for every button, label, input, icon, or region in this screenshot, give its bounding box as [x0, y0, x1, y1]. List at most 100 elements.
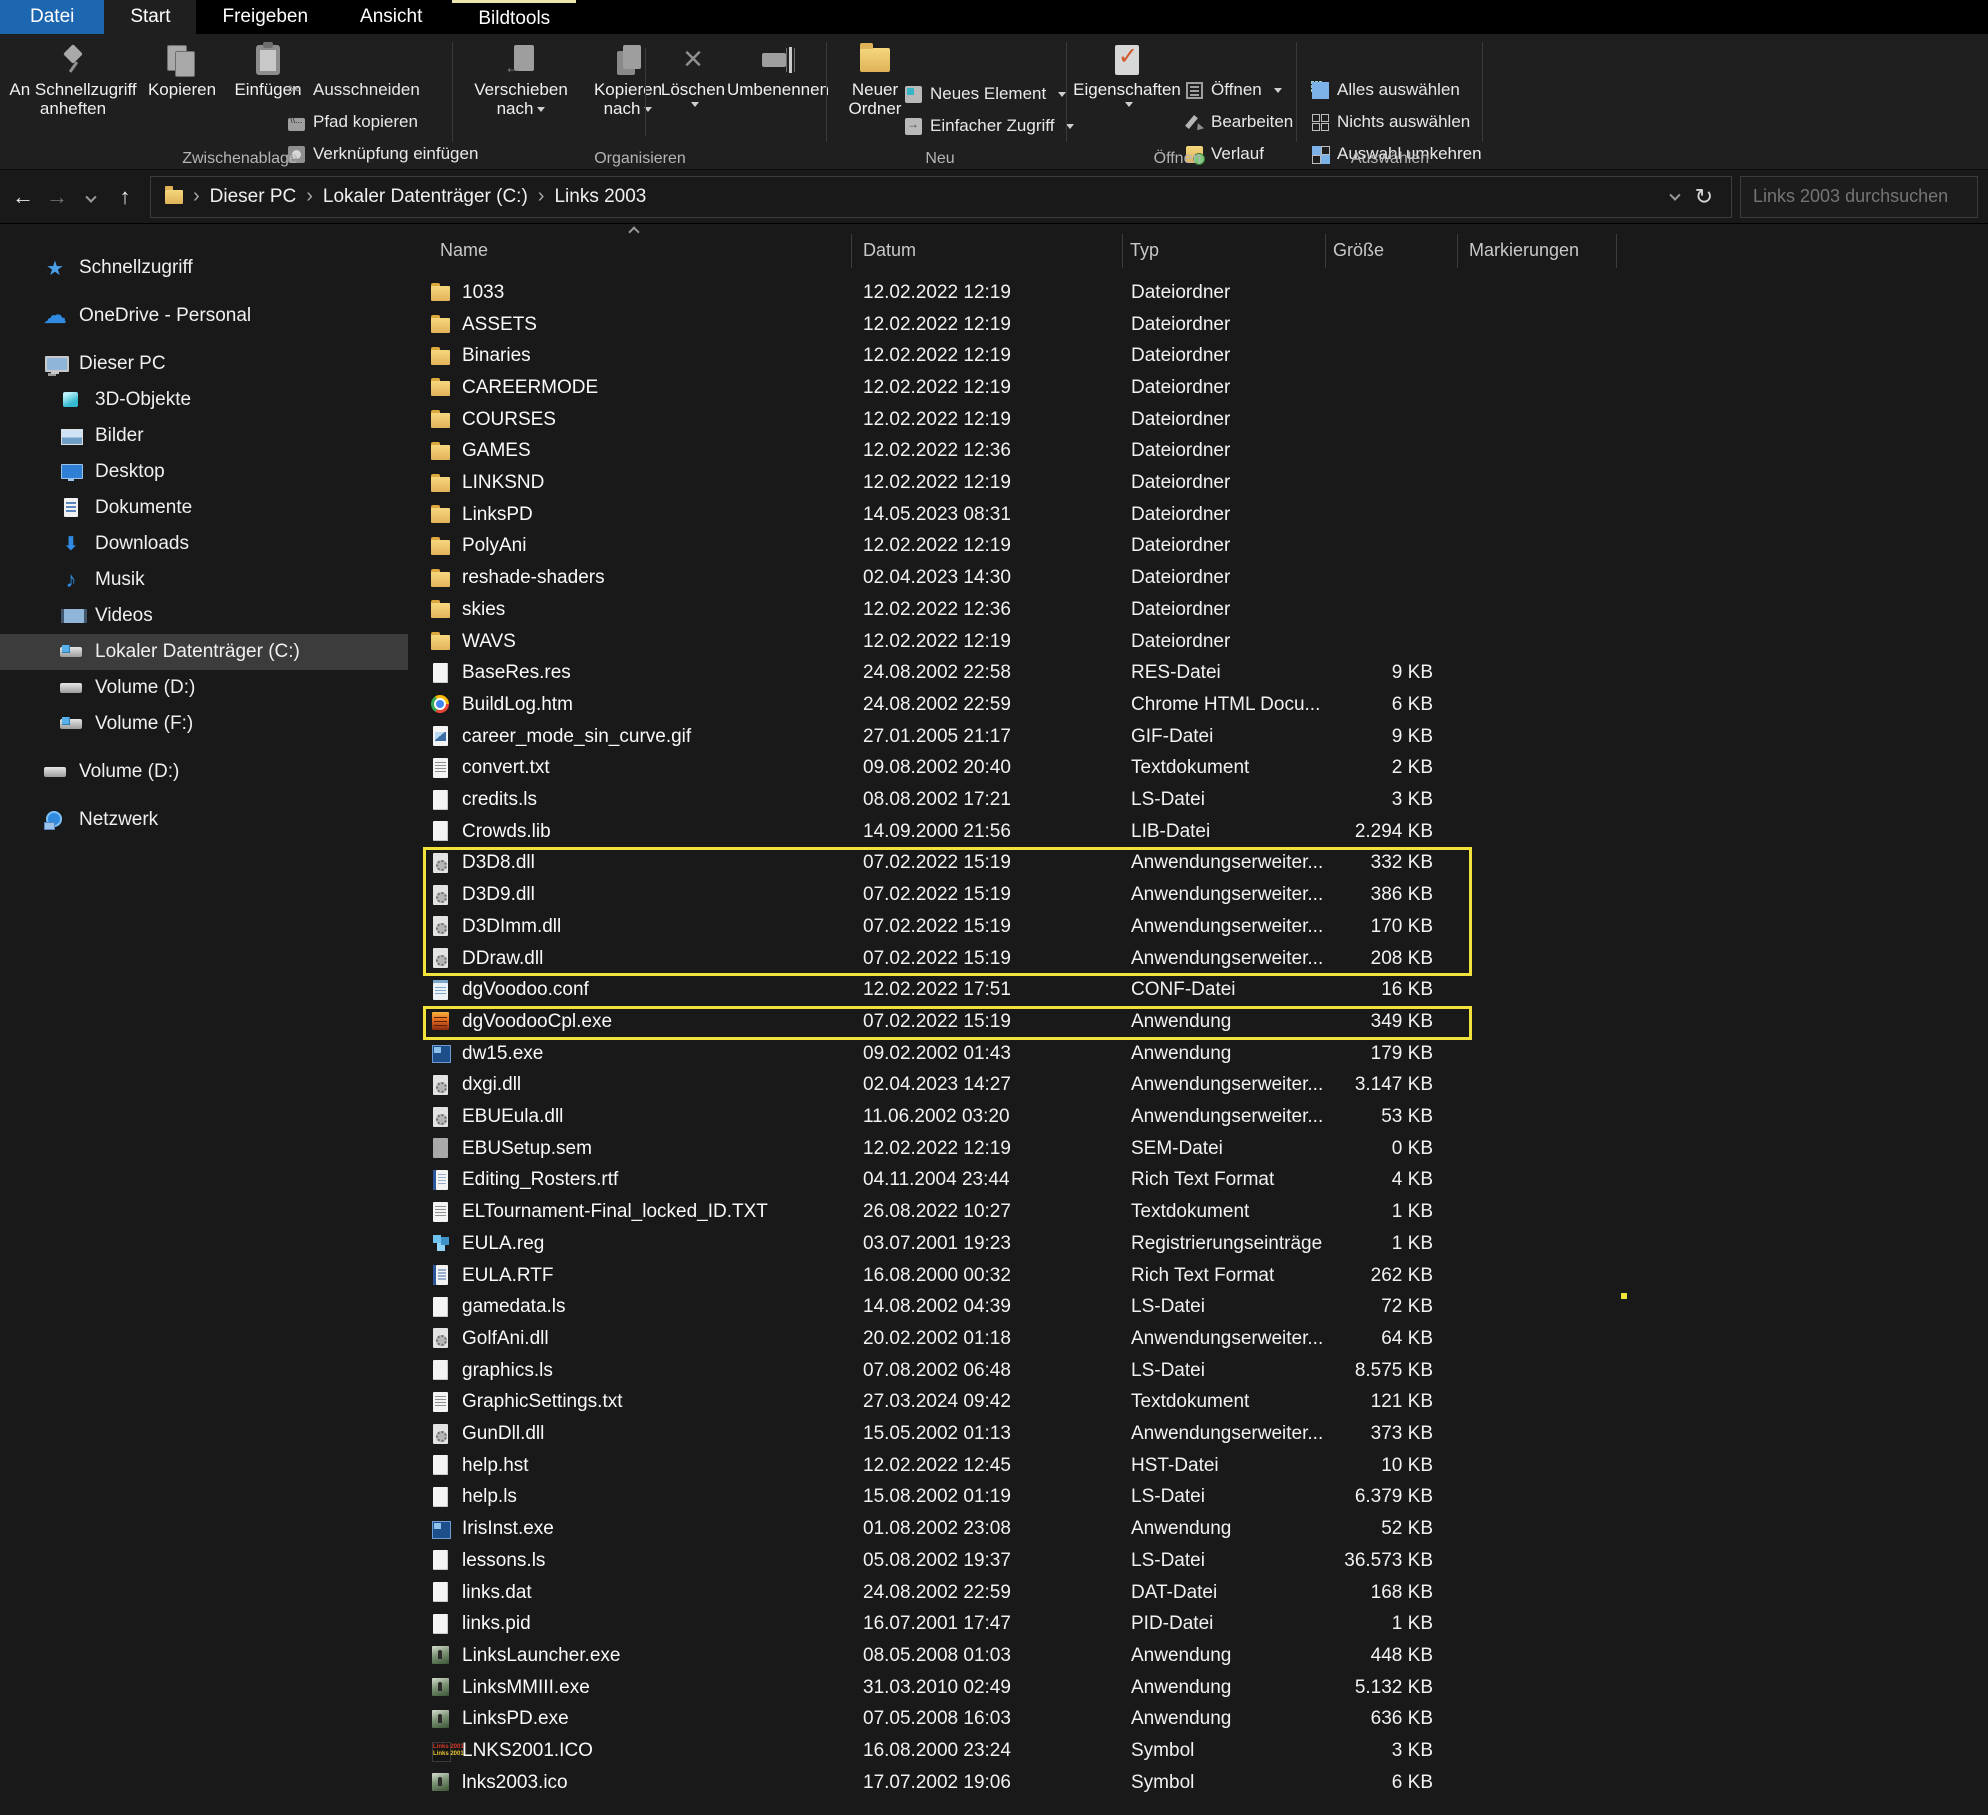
file-row[interactable]: GolfAni.dll20.02.2002 01:18Anwendungserw…	[408, 1323, 1988, 1355]
move-to-button[interactable]: Verschieben nach	[468, 40, 574, 118]
file-row[interactable]: lnks2003.ico17.07.2002 19:06Symbol6 KB	[408, 1767, 1988, 1799]
recent-locations-chevron[interactable]	[74, 184, 108, 210]
sidebar-item-dieser-pc[interactable]: Dieser PC	[0, 346, 408, 382]
sidebar-item-volume-d-[interactable]: Volume (D:)	[0, 670, 408, 706]
column-separator[interactable]	[1325, 234, 1326, 268]
file-row[interactable]: reshade-shaders02.04.2023 14:30Dateiordn…	[408, 562, 1988, 594]
file-row[interactable]: links.pid16.07.2001 17:47PID-Datei1 KB	[408, 1608, 1988, 1640]
file-row[interactable]: gamedata.ls14.08.2002 04:39LS-Datei72 KB	[408, 1291, 1988, 1323]
file-row[interactable]: ASSETS12.02.2022 12:19Dateiordner	[408, 309, 1988, 341]
column-header-groesse[interactable]: Größe	[1333, 240, 1384, 261]
forward-button[interactable]: →	[40, 184, 74, 210]
copy-path-button[interactable]: Pfad kopieren	[288, 110, 418, 134]
breadcrumb[interactable]: › Dieser PC › Lokaler Datenträger (C:) ›…	[150, 176, 1732, 218]
file-row[interactable]: 103312.02.2022 12:19Dateiordner	[408, 277, 1988, 309]
file-row[interactable]: LNKS2001.ICO16.08.2000 23:24Symbol3 KB	[408, 1735, 1988, 1767]
file-row[interactable]: LinksMMIII.exe31.03.2010 02:49Anwendung5…	[408, 1672, 1988, 1704]
file-row[interactable]: credits.ls08.08.2002 17:21LS-Datei3 KB	[408, 784, 1988, 816]
select-none-button[interactable]: Nichts auswählen	[1312, 110, 1470, 134]
sidebar-item-downloads[interactable]: Downloads	[0, 526, 408, 562]
file-row[interactable]: LinksPD14.05.2023 08:31Dateiordner	[408, 499, 1988, 531]
file-row[interactable]: D3D9.dll07.02.2022 15:19Anwendungserweit…	[408, 879, 1988, 911]
sidebar-item-volume-f-[interactable]: Volume (F:)	[0, 706, 408, 742]
file-row[interactable]: convert.txt09.08.2002 20:40Textdokument2…	[408, 753, 1988, 785]
sidebar-item-schnellzugriff[interactable]: Schnellzugriff	[0, 250, 408, 286]
breadcrumb-item-drive-c[interactable]: Lokaler Datenträger (C:)	[313, 186, 538, 208]
file-row[interactable]: GunDll.dll15.05.2002 01:13Anwendungserwe…	[408, 1418, 1988, 1450]
new-item-button[interactable]: Neues Element	[905, 82, 1066, 106]
file-row[interactable]: LinksLauncher.exe08.05.2008 01:03Anwendu…	[408, 1640, 1988, 1672]
column-separator[interactable]	[1122, 234, 1123, 268]
file-row[interactable]: Binaries12.02.2022 12:19Dateiordner	[408, 340, 1988, 372]
file-row[interactable]: GraphicSettings.txt27.03.2024 09:42Textd…	[408, 1387, 1988, 1419]
file-row[interactable]: COURSES12.02.2022 12:19Dateiordner	[408, 404, 1988, 436]
column-separator[interactable]	[1616, 234, 1617, 268]
tab-datei[interactable]: Datei	[0, 0, 104, 34]
tab-start[interactable]: Start	[104, 0, 196, 34]
file-row[interactable]: BuildLog.htm24.08.2002 22:59Chrome HTML …	[408, 689, 1988, 721]
sidebar-item-volume-d-[interactable]: Volume (D:)	[0, 754, 408, 790]
file-row[interactable]: EBUEula.dll11.06.2002 03:20Anwendungserw…	[408, 1101, 1988, 1133]
file-row[interactable]: WAVS12.02.2022 12:19Dateiordner	[408, 626, 1988, 658]
tab-freigeben[interactable]: Freigeben	[196, 0, 334, 34]
column-separator[interactable]	[1457, 234, 1458, 268]
up-button[interactable]: ↑	[108, 184, 142, 210]
sidebar-item-netzwerk[interactable]: Netzwerk	[0, 802, 408, 838]
sidebar-item-dokumente[interactable]: Dokumente	[0, 490, 408, 526]
rename-button[interactable]: Umbenennen	[724, 40, 832, 99]
easy-access-button[interactable]: Einfacher Zugriff	[905, 114, 1074, 138]
file-row[interactable]: LinksPD.exe07.05.2008 16:03Anwendung636 …	[408, 1704, 1988, 1736]
file-row[interactable]: dgVoodoo.conf12.02.2022 17:51CONF-Datei1…	[408, 974, 1988, 1006]
sidebar-item-videos[interactable]: Videos	[0, 598, 408, 634]
file-row[interactable]: graphics.ls07.08.2002 06:48LS-Datei8.575…	[408, 1355, 1988, 1387]
file-row[interactable]: Crowds.lib14.09.2000 21:56LIB-Datei2.294…	[408, 816, 1988, 848]
file-row[interactable]: D3DImm.dll07.02.2022 15:19Anwendungserwe…	[408, 911, 1988, 943]
sidebar-item-lokaler-datentr-ger-c-[interactable]: Lokaler Datenträger (C:)	[0, 634, 408, 670]
column-header-markierungen[interactable]: Markierungen	[1469, 240, 1579, 261]
file-row[interactable]: LINKSND12.02.2022 12:19Dateiordner	[408, 467, 1988, 499]
file-row[interactable]: PolyAni12.02.2022 12:19Dateiordner	[408, 531, 1988, 563]
sidebar-item-desktop[interactable]: Desktop	[0, 454, 408, 490]
breadcrumb-item-dieser-pc[interactable]: Dieser PC	[200, 186, 307, 208]
file-row[interactable]: CAREERMODE12.02.2022 12:19Dateiordner	[408, 372, 1988, 404]
column-header-typ[interactable]: Typ	[1130, 240, 1159, 261]
file-row[interactable]: dgVoodooCpl.exe07.02.2022 15:19Anwendung…	[408, 1006, 1988, 1038]
refresh-icon[interactable]: ↻	[1695, 184, 1713, 210]
tab-bildtools[interactable]: Bildtools	[452, 0, 576, 34]
file-row[interactable]: EBUSetup.sem12.02.2022 12:19SEM-Datei0 K…	[408, 1133, 1988, 1165]
delete-button[interactable]: × Löschen	[652, 40, 734, 107]
sidebar-item-bilder[interactable]: Bilder	[0, 418, 408, 454]
new-folder-button[interactable]: Neuer Ordner	[832, 40, 918, 118]
copy-button[interactable]: Kopieren	[142, 40, 222, 99]
file-row[interactable]: ELTournament-Final_locked_ID.TXT26.08.20…	[408, 1196, 1988, 1228]
file-row[interactable]: BaseRes.res24.08.2002 22:58RES-Datei9 KB	[408, 657, 1988, 689]
file-row[interactable]: DDraw.dll07.02.2022 15:19Anwendungserwei…	[408, 943, 1988, 975]
select-all-button[interactable]: Alles auswählen	[1312, 78, 1460, 102]
properties-button[interactable]: Eigenschaften	[1072, 40, 1182, 107]
file-row[interactable]: skies12.02.2022 12:36Dateiordner	[408, 594, 1988, 626]
file-row[interactable]: D3D8.dll07.02.2022 15:19Anwendungserweit…	[408, 848, 1988, 880]
file-row[interactable]: links.dat24.08.2002 22:59DAT-Datei168 KB	[408, 1577, 1988, 1609]
open-button[interactable]: Öffnen	[1186, 78, 1282, 102]
file-row[interactable]: help.ls15.08.2002 01:19LS-Datei6.379 KB	[408, 1482, 1988, 1514]
back-button[interactable]: ←	[6, 184, 40, 210]
cut-button[interactable]: Ausschneiden	[288, 78, 420, 102]
breadcrumb-item-links-2003[interactable]: Links 2003	[544, 186, 656, 208]
file-row[interactable]: IrisInst.exe01.08.2002 23:08Anwendung52 …	[408, 1513, 1988, 1545]
file-row[interactable]: dw15.exe09.02.2002 01:43Anwendung179 KB	[408, 1038, 1988, 1070]
file-row[interactable]: dxgi.dll02.04.2023 14:27Anwendungserweit…	[408, 1070, 1988, 1102]
file-row[interactable]: Editing_Rosters.rtf04.11.2004 23:44Rich …	[408, 1165, 1988, 1197]
sidebar-item-onedrive-personal[interactable]: OneDrive - Personal	[0, 298, 408, 334]
file-row[interactable]: help.hst12.02.2022 12:45HST-Datei10 KB	[408, 1450, 1988, 1482]
search-input[interactable]	[1741, 186, 1977, 207]
file-row[interactable]: EULA.RTF16.08.2000 00:32Rich Text Format…	[408, 1260, 1988, 1292]
edit-button[interactable]: Bearbeiten	[1186, 110, 1293, 134]
address-dropdown-chevron[interactable]	[1671, 186, 1679, 208]
file-row[interactable]: lessons.ls05.08.2002 19:37LS-Datei36.573…	[408, 1545, 1988, 1577]
column-header-name[interactable]: Name	[440, 240, 488, 261]
file-row[interactable]: career_mode_sin_curve.gif27.01.2005 21:1…	[408, 721, 1988, 753]
sidebar-item-musik[interactable]: Musik	[0, 562, 408, 598]
pin-to-quick-access-button[interactable]: An Schnellzugriff anheften	[8, 40, 138, 118]
tab-ansicht[interactable]: Ansicht	[334, 0, 448, 34]
sidebar-item-3d-objekte[interactable]: 3D-Objekte	[0, 382, 408, 418]
